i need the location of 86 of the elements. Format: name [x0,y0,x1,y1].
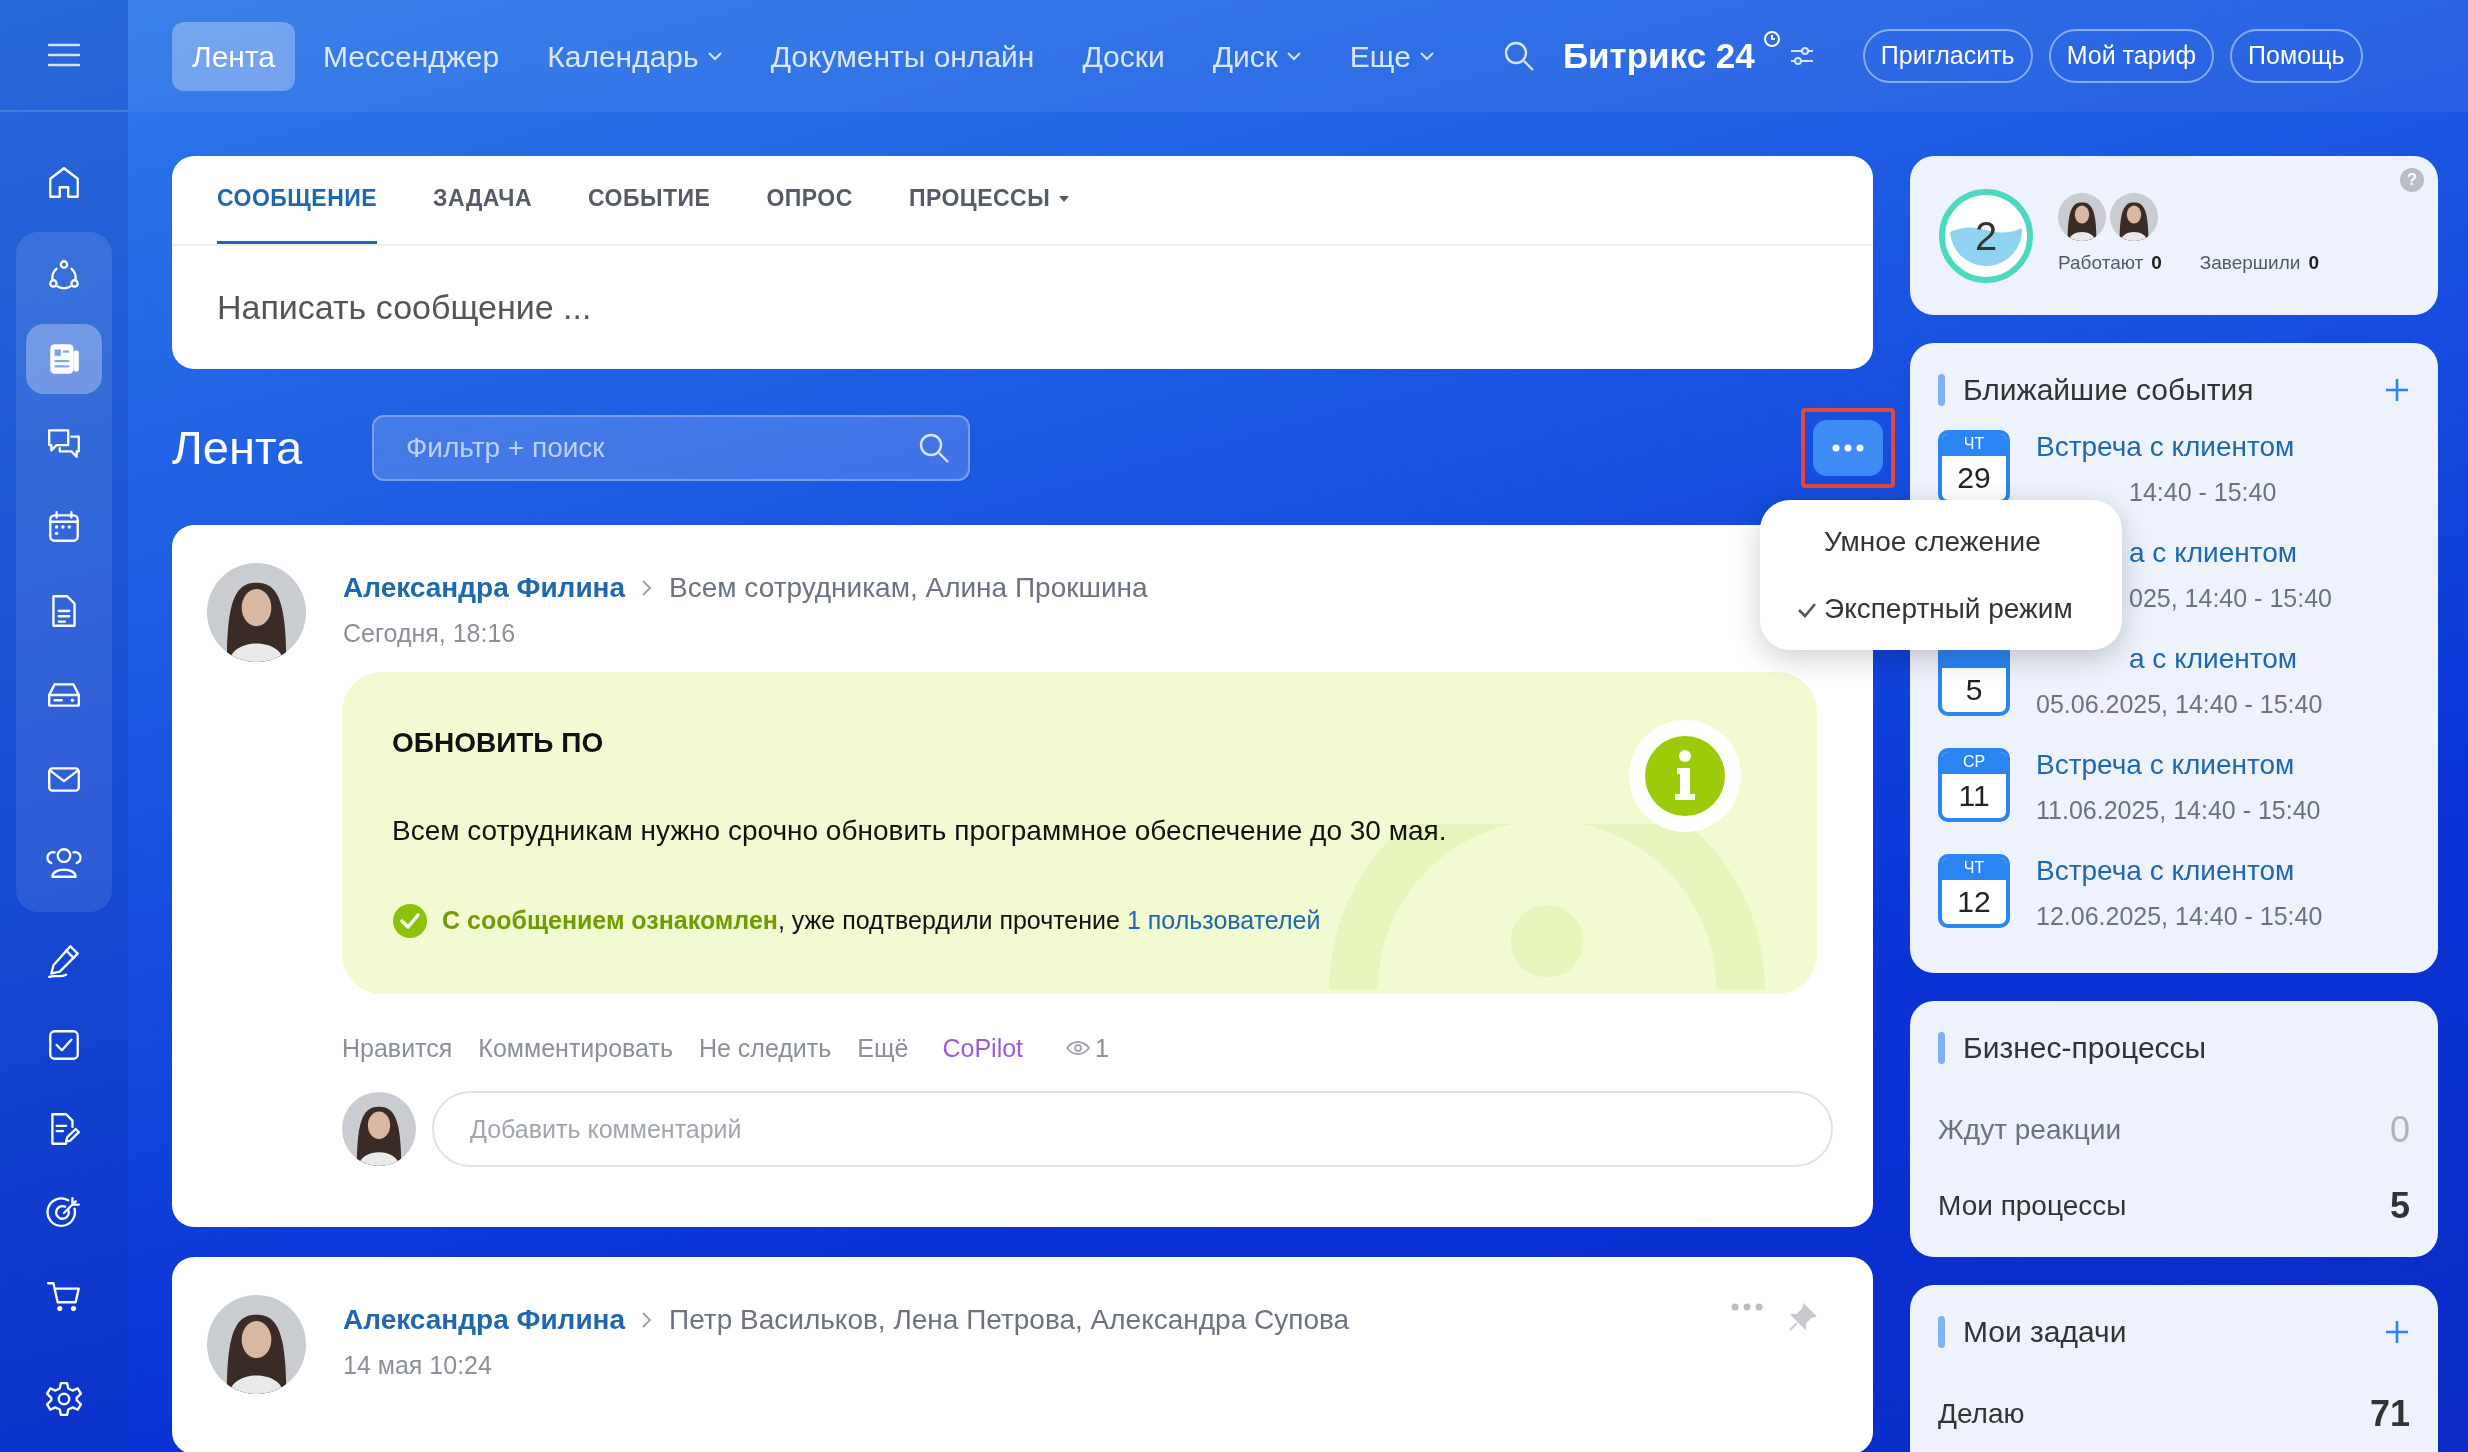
event-link[interactable]: Встреча с клиентом [2036,426,2295,468]
event-date: 14:40 - 15:40 [2129,477,2277,508]
row-label: Ждут реакции [1938,1113,2122,1147]
confirmation-text: С сообщением ознакомлен, уже подтвердили прочтение 1 пользователей [442,905,1321,936]
header-button[interactable]: Помощь [2230,29,2363,83]
sliders-icon[interactable] [1788,45,1815,67]
header-button[interactable]: Пригласить [1862,29,2033,83]
author-link[interactable]: Александра Филина [343,1299,626,1341]
nav-tab[interactable]: Доски [1062,21,1185,91]
post-action[interactable]: Нравится [342,1029,453,1067]
message-field[interactable]: Написать сообщение ... [217,282,1117,333]
nav-tab[interactable]: Диск [1192,21,1322,91]
event-link[interactable]: а с клиентом [2129,638,2298,680]
filter-search-field[interactable]: Фильтр + поиск [372,415,970,481]
accent-bar [1938,1031,1945,1064]
post-action[interactable]: Не следить [698,1029,832,1067]
event-link[interactable]: Встреча с клиентом [2036,850,2295,892]
chevron-icon [641,1311,654,1329]
stat-value: 0 [2308,251,2319,276]
add-icon[interactable] [2384,376,2410,403]
info-icon [1629,720,1741,832]
composer-tab[interactable]: СОБЫТИЕ [588,156,711,244]
search-icon[interactable] [1502,40,1535,72]
recipients: Всем сотрудникам, Алина Прокшина [669,571,1148,605]
post-time: Сегодня, 18:16 [343,618,517,649]
more-icon[interactable] [1831,444,1865,452]
composer-tab[interactable]: ПРОЦЕССЫ [908,156,1071,244]
users-link[interactable]: 1 пользователей [1126,906,1321,934]
calendar-date-icon: ЧТ 12 [1938,854,2010,928]
row-count: 0 [2389,1108,2410,1152]
composer-tab[interactable]: ОПРОС [766,156,853,244]
event-date: 12.06.2025, 14:40 - 15:40 [2036,901,2323,932]
brand-logo: Битрикс 24 [1562,34,1755,77]
nav-tab[interactable]: Мессенджер [303,21,520,91]
row-label: Делаю [1938,1397,2025,1431]
recipients: Петр Васильков, Лена Петрова, Александра Супова [669,1303,1350,1337]
caret-icon [1058,194,1071,203]
row-count: 71 [2369,1392,2410,1436]
announcement-title: ОБНОВИТЬ ПО [392,726,605,760]
event-link[interactable]: Встреча с клиентом [2036,744,2295,786]
composer-tab[interactable]: ЗАДАЧА [433,156,532,244]
calendar-date-icon: СР 11 [1938,748,2010,822]
comment-field[interactable]: Добавить комментарий [432,1091,1833,1167]
event-date: 05.06.2025, 14:40 - 15:40 [2036,689,2323,720]
settings-icon[interactable] [45,1380,83,1418]
event-link[interactable]: а с клиентом [2129,532,2298,574]
widget-title: Мои задачи [1963,1314,2127,1350]
eye-icon [1065,1040,1092,1057]
post-time: 14 мая 10:24 [343,1350,493,1381]
filter-input[interactable]: Фильтр + поиск [404,426,918,470]
post-action[interactable]: Комментировать [478,1029,673,1067]
widget-title: Бизнес-процессы [1963,1030,2207,1066]
avatar [2058,193,2106,242]
row-label: Мои процессы [1938,1189,2127,1223]
view-count: 1 [1095,1032,1109,1064]
chevron-icon [1285,51,1302,61]
accent-bar [1938,1315,1945,1348]
header-button[interactable]: Мой тариф [2048,29,2215,83]
copilot-link[interactable]: CoPilot [942,1029,1024,1067]
clock-icon [1762,30,1781,48]
page-title: Лента [172,419,304,476]
add-icon[interactable] [2384,1318,2410,1345]
post-action[interactable]: Ещё [857,1029,909,1067]
search-icon [918,432,950,464]
menu-item[interactable]: Умное слежение [1760,508,2122,575]
stat-label: Завершили [2199,251,2301,276]
composer-tab[interactable]: СООБЩЕНИЕ [217,156,378,244]
nav-tab[interactable]: Документы онлайн [750,21,1055,91]
menu-icon[interactable] [47,42,81,68]
event-date: 025, 14:40 - 15:40 [2129,583,2332,614]
accent-bar [1938,373,1945,406]
check-icon [392,902,428,939]
nav-tab[interactable]: Календарь [527,21,743,91]
chevron-icon [641,579,654,597]
stat-value: 0 [2151,251,2162,276]
chevron-icon [1418,51,1435,61]
widget-title: Ближайшие события [1963,372,2254,408]
author-link[interactable]: Александра Филина [343,567,626,609]
event-date: 11.06.2025, 14:40 - 15:40 [2036,795,2321,826]
nav-tab[interactable]: Еще [1329,21,1455,91]
avatar [2110,193,2158,242]
menu-item[interactable]: Экспертный режим [1760,575,2122,642]
chevron-icon [706,51,723,61]
announcement-text: Всем сотрудникам нужно срочно обновить программное обеспечение до 30 мая. [392,814,1448,848]
row-count: 5 [2389,1184,2410,1228]
stat-label: Работают [2058,251,2144,276]
